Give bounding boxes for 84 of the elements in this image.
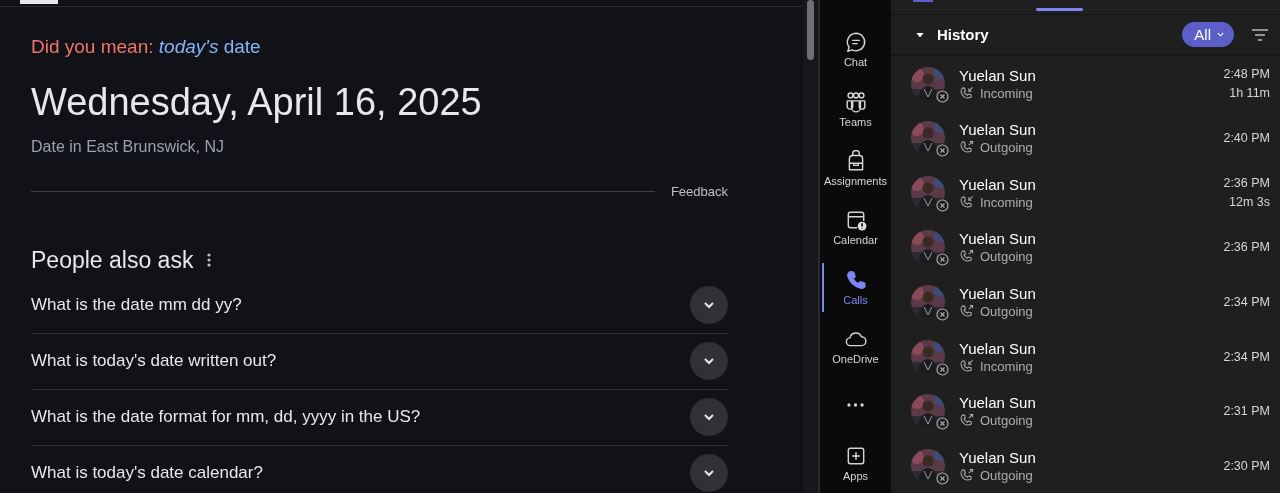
call-direction: Incoming [980,358,1033,374]
tab-indicator [1036,8,1083,12]
feedback-link[interactable]: Feedback [670,183,728,199]
call-row[interactable]: Yuelan Sun Incoming 2:48 PM 1h 11m [891,56,1280,111]
suggestion-link[interactable]: today's date [158,36,261,57]
call-direction: Incoming [980,194,1033,210]
more-options-icon[interactable] [207,253,212,268]
app-bar-item[interactable]: Assignments [820,138,891,199]
expand-button[interactable] [690,286,728,325]
status-offline-icon [936,253,949,267]
call-duration: 12m 3s [1229,195,1270,210]
question-text: What is the date format for mm, dd, yyyy in the US? [31,407,421,428]
call-time: 2:36 PM [1223,176,1270,191]
phone-icon [844,268,867,291]
expand-button[interactable] [690,454,728,493]
question-text: What is today's date calendar? [31,463,263,484]
contact-name: Yuelan Sun [959,230,1037,248]
section-heading: People also ask [31,246,194,274]
incoming-call-icon [959,85,974,101]
call-row[interactable]: Yuelan Sun Outgoing 2:34 PM [891,274,1280,330]
contact-name: Yuelan Sun [959,121,1037,139]
status-offline-icon [936,144,949,158]
filter-dropdown[interactable]: All [1182,22,1234,48]
call-time: 2:40 PM [1223,131,1270,146]
contact-name: Yuelan Sun [959,394,1037,412]
chat-icon [844,31,867,54]
call-row[interactable]: Yuelan Sun Outgoing 2:30 PM [891,438,1280,493]
call-direction: Outgoing [980,303,1033,319]
call-time: 2:34 PM [1223,294,1270,309]
outgoing-call-icon [959,249,974,265]
outgoing-call-icon [959,303,974,319]
tab-indicator [20,0,58,4]
app-bar-item[interactable]: Calendar [820,198,891,258]
outgoing-call-icon [959,140,974,156]
call-row[interactable]: Yuelan Sun Incoming 2:34 PM [891,329,1280,384]
expand-button[interactable] [690,398,728,437]
call-direction: Outgoing [980,140,1033,156]
tab-indicator [913,0,933,2]
app-bar-item[interactable]: Teams [820,79,891,139]
expand-button[interactable] [690,342,728,381]
call-time: 2:36 PM [1223,240,1270,255]
call-direction: Outgoing [980,413,1033,429]
filter-icon[interactable] [1252,28,1268,41]
app-bar-item[interactable]: Chat [820,20,891,80]
outgoing-call-icon [959,467,974,483]
contact-name: Yuelan Sun [959,339,1037,357]
call-duration: 1h 11m [1229,86,1270,101]
section-title: History [937,26,990,44]
status-offline-icon [936,89,949,103]
chevron-down-icon [1216,30,1225,40]
app-bar-item[interactable]: OneDrive [820,316,891,377]
more-icon [847,402,864,407]
incoming-call-icon [959,358,974,374]
contact-name: Yuelan Sun [959,175,1037,193]
call-row[interactable]: Yuelan Sun Outgoing 2:40 PM [891,110,1280,166]
people-icon [844,90,867,113]
call-direction: Outgoing [980,249,1033,265]
status-offline-icon [936,307,949,321]
question-text: What is the date mm dd yy? [31,295,242,316]
status-offline-icon [936,417,949,431]
location-text: Date in East Brunswick, NJ [31,137,225,156]
call-time: 2:31 PM [1223,404,1270,419]
status-offline-icon [936,362,949,376]
call-row[interactable]: Yuelan Sun Outgoing 2:31 PM [891,383,1280,439]
call-row[interactable]: Yuelan Sun Outgoing 2:36 PM [891,220,1280,275]
status-offline-icon [936,198,949,212]
contact-name: Yuelan Sun [959,66,1037,84]
app-bar-item[interactable]: Apps [820,433,891,493]
call-time: 2:34 PM [1223,349,1270,364]
call-direction: Outgoing [980,467,1033,483]
call-direction: Incoming [980,85,1033,101]
app-bar-item[interactable]: Calls [820,257,891,317]
contact-name: Yuelan Sun [959,448,1037,466]
call-time: 2:30 PM [1223,458,1270,473]
contact-name: Yuelan Sun [959,284,1037,302]
call-time: 2:48 PM [1223,67,1270,82]
incoming-call-icon [959,194,974,210]
question-text: What is today's date written out? [31,351,277,372]
outgoing-call-icon [959,413,974,429]
status-offline-icon [936,471,949,485]
scrollbar-thumb[interactable] [807,0,815,60]
call-row[interactable]: Yuelan Sun Incoming 2:36 PM 12m 3s [891,165,1280,221]
date-heading: Wednesday, April 16, 2025 [31,82,483,124]
spelling-suggestion: Did you mean: today's date [31,36,262,58]
